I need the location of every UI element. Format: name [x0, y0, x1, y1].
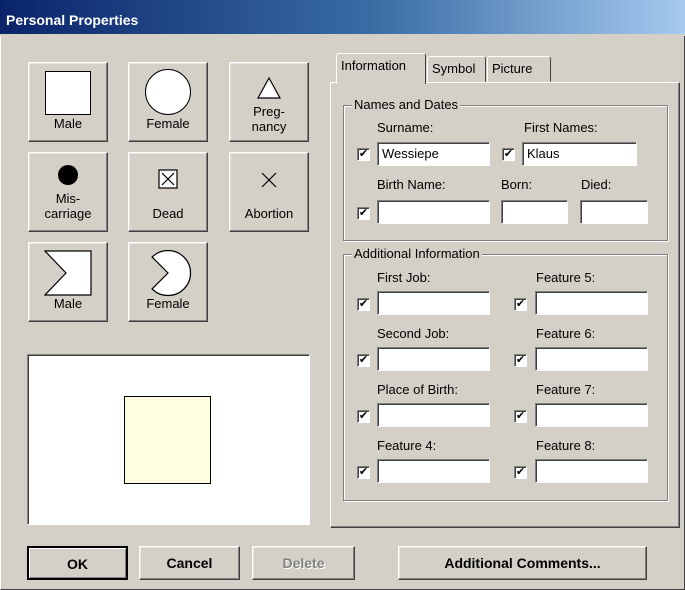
second-job-label: Second Job: [377, 326, 450, 341]
symbol-pregnancy-button[interactable]: Preg- nancy [229, 62, 309, 142]
symbol-miscarriage-button[interactable]: Mis- carriage [28, 152, 108, 232]
filled-dot-icon [58, 165, 78, 185]
feature-6-checkbox[interactable]: ✔ [514, 354, 527, 367]
feature-7-checkbox[interactable]: ✔ [514, 410, 527, 423]
delete-button[interactable]: Delete [252, 546, 355, 580]
symbol-label-line2: carriage [44, 206, 92, 221]
tab-symbol[interactable]: Symbol [427, 56, 486, 82]
symbol-female-button[interactable]: Female [128, 62, 208, 142]
feature-8-field[interactable] [535, 459, 648, 483]
triangle-icon [257, 77, 281, 99]
first-names-checkbox[interactable]: ✔ [502, 148, 515, 161]
first-names-label: First Names: [524, 120, 598, 135]
symbol-female-notched-button[interactable]: Female [128, 242, 208, 322]
born-field[interactable] [501, 200, 568, 224]
group-title: Names and Dates [352, 97, 461, 113]
feature-5-field[interactable] [535, 291, 648, 315]
crossed-box-icon [158, 169, 178, 189]
first-job-label: First Job: [377, 270, 431, 285]
symbol-label-line1: Mis- [55, 191, 81, 206]
notched-circle-icon [151, 249, 192, 297]
symbol-dead-button[interactable]: Dead [128, 152, 208, 232]
group-title: Additional Information [352, 246, 482, 262]
first-job-field[interactable] [377, 291, 490, 315]
symbol-label-line1: Preg- [253, 104, 285, 119]
symbol-label: Male [53, 116, 83, 131]
died-field[interactable] [580, 200, 648, 224]
tab-information[interactable]: Information [336, 53, 426, 84]
symbol-label: Abortion [244, 206, 294, 221]
symbol-label: Female [146, 296, 190, 311]
feature-8-checkbox[interactable]: ✔ [514, 466, 527, 479]
died-label: Died: [581, 177, 612, 192]
tab-picture[interactable]: Picture [487, 56, 551, 82]
square-icon [45, 71, 91, 115]
place-of-birth-field[interactable] [377, 403, 490, 427]
additional-comments-button[interactable]: Additional Comments... [398, 546, 647, 580]
first-names-field[interactable]: Klaus [522, 142, 637, 166]
symbol-label-line2: nancy [251, 119, 287, 134]
feature-7-field[interactable] [535, 403, 648, 427]
second-job-checkbox[interactable]: ✔ [357, 354, 370, 367]
preview-square-symbol [124, 396, 211, 484]
second-job-field[interactable] [377, 347, 490, 371]
names-dates-group: Names and Dates Surname: First Names: ✔ … [343, 97, 668, 241]
information-tab-panel: Names and Dates Surname: First Names: ✔ … [330, 82, 680, 528]
feature-6-label: Feature 6: [536, 326, 596, 341]
birth-name-checkbox[interactable]: ✔ [357, 207, 370, 220]
x-mark-icon [261, 172, 277, 188]
feature-7-label: Feature 7: [536, 382, 596, 397]
feature-5-checkbox[interactable]: ✔ [514, 298, 527, 311]
feature-8-label: Feature 8: [536, 438, 596, 453]
feature-4-field[interactable] [377, 459, 490, 483]
place-of-birth-checkbox[interactable]: ✔ [357, 410, 370, 423]
symbol-male-button[interactable]: Male [28, 62, 108, 142]
additional-info-group: Additional Information First Job: Featur… [343, 246, 668, 501]
symbol-label: Female [146, 116, 190, 131]
notched-square-icon [44, 250, 92, 296]
cancel-button[interactable]: Cancel [139, 546, 240, 580]
feature-4-label: Feature 4: [377, 438, 437, 453]
surname-label: Surname: [377, 120, 434, 135]
birth-name-label: Birth Name: [377, 177, 446, 192]
surname-checkbox[interactable]: ✔ [357, 148, 370, 161]
feature-4-checkbox[interactable]: ✔ [357, 466, 370, 479]
symbol-male-notched-button[interactable]: Male [28, 242, 108, 322]
circle-icon [145, 69, 191, 115]
feature-5-label: Feature 5: [536, 270, 596, 285]
born-label: Born: [501, 177, 533, 192]
feature-6-field[interactable] [535, 347, 648, 371]
window-title: Personal Properties [0, 0, 685, 36]
symbol-label: Male [53, 296, 83, 311]
first-job-checkbox[interactable]: ✔ [357, 298, 370, 311]
ok-button[interactable]: OK [27, 546, 128, 580]
symbol-abortion-button[interactable]: Abortion [229, 152, 309, 232]
symbol-label: Dead [152, 206, 184, 221]
surname-field[interactable]: Wessiepe [377, 142, 490, 166]
birth-name-field[interactable] [377, 200, 490, 224]
symbol-preview [27, 354, 310, 525]
place-of-birth-label: Place of Birth: [377, 382, 458, 397]
